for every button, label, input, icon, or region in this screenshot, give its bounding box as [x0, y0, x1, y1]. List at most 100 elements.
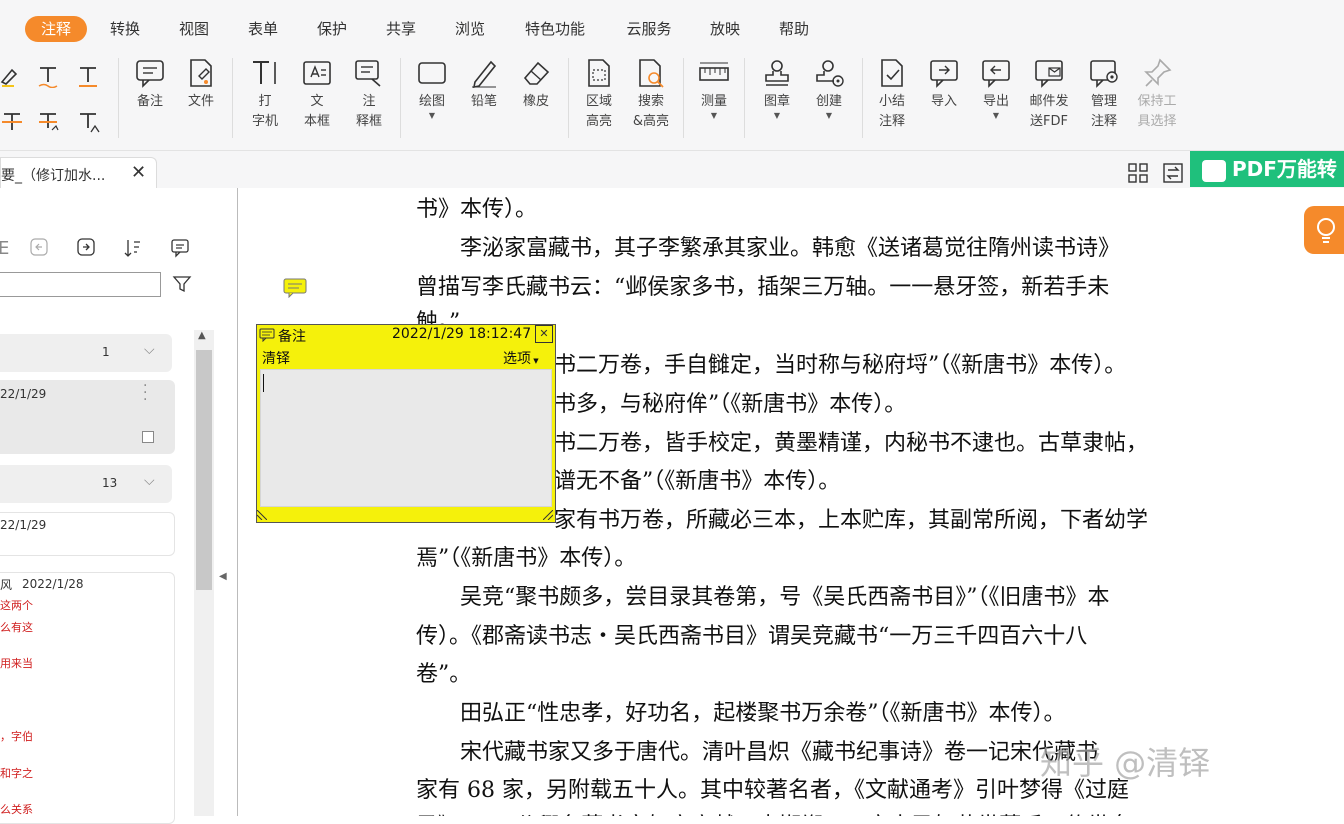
comment-search-input[interactable]: [0, 272, 161, 297]
insert-text-icon[interactable]: [76, 110, 100, 134]
filter-icon[interactable]: [172, 274, 192, 294]
chevron-down-icon[interactable]: ⌵: [144, 473, 155, 489]
area-highlight-button[interactable]: 区域 高亮: [569, 58, 629, 132]
close-icon[interactable]: ✕: [131, 162, 146, 183]
note-icon: [136, 60, 164, 88]
keep-tool-selected-button[interactable]: 保持工 具选择: [1127, 58, 1187, 132]
document-line: 书多，与秘府侔”（《新唐书》本传）。: [554, 392, 907, 417]
sort-icon[interactable]: [124, 238, 144, 258]
grid-view-icon[interactable]: [1128, 163, 1148, 183]
import-button[interactable]: 导入: [914, 58, 974, 112]
draw-button[interactable]: 绘图 ▼: [402, 58, 462, 120]
summary-icon: [881, 59, 903, 87]
file-attach-button[interactable]: 文件: [171, 58, 231, 112]
eraser-button[interactable]: 橡皮: [506, 58, 566, 112]
comment-text-line: 么有这: [0, 621, 33, 634]
keep-tool-label-1: 保持工: [1137, 94, 1177, 109]
panel-scroll-thumb[interactable]: [196, 350, 212, 590]
panel-tool-icon[interactable]: E: [0, 238, 9, 259]
menu-browse[interactable]: 浏览: [455, 16, 485, 42]
mail-fdf-label-2: 送FDF: [1030, 114, 1068, 129]
next-comment-icon[interactable]: [77, 238, 95, 256]
search-highlight-label-2: &高亮: [632, 114, 670, 129]
summary-button[interactable]: 小结 注释: [862, 58, 922, 132]
stamp-dropdown-icon[interactable]: ▼: [747, 112, 807, 120]
close-icon[interactable]: ✕: [535, 325, 553, 343]
stamp-button[interactable]: 图章 ▼: [747, 58, 807, 120]
menu-cloud[interactable]: 云服务: [626, 16, 671, 42]
sticky-note-popup[interactable]: 备注 2022/1/29 18:12:47 ✕ 清铎 选项 ▼: [256, 324, 556, 523]
resize-handle-icon[interactable]: [543, 510, 553, 520]
lightbulb-icon: [1317, 218, 1335, 243]
comment-card[interactable]: 22/1/29: [0, 512, 175, 556]
menu-form[interactable]: 表单: [248, 16, 278, 42]
pencil-label: 铅笔: [470, 94, 497, 109]
underline-text-icon[interactable]: [36, 64, 60, 88]
comment-checkbox[interactable]: [142, 431, 154, 443]
highlight-text-icon[interactable]: [0, 64, 24, 88]
textbox-button[interactable]: 文 本框: [287, 58, 347, 132]
menu-convert[interactable]: 转换: [110, 16, 140, 42]
note-text-area[interactable]: [260, 369, 552, 507]
switch-view-icon[interactable]: [1163, 163, 1183, 183]
watermark: 知乎 @清铎: [1040, 744, 1211, 782]
comment-list-icon[interactable]: [170, 238, 190, 258]
comment-card[interactable]: 22/1/29 · · ·: [0, 379, 175, 454]
import-label: 导入: [930, 94, 957, 109]
menu-protect[interactable]: 保护: [317, 16, 347, 42]
converter-logo-icon: [1202, 159, 1226, 182]
menu-slideshow[interactable]: 放映: [710, 16, 740, 42]
mail-fdf-button[interactable]: 邮件发 送FDF: [1019, 58, 1079, 132]
menu-annotate[interactable]: 注释: [24, 16, 88, 42]
measure-button[interactable]: 测量 ▼: [684, 58, 744, 120]
collapse-arrow-icon[interactable]: ◀: [219, 571, 227, 582]
search-highlight-icon: [639, 59, 664, 88]
comment-group-header[interactable]: 13 ⌵: [0, 465, 172, 503]
menu-help[interactable]: 帮助: [779, 16, 809, 42]
area-highlight-label-1: 区域: [585, 94, 612, 109]
menu-view[interactable]: 视图: [179, 16, 209, 42]
menu-share[interactable]: 共享: [386, 16, 416, 42]
note-marker-icon[interactable]: [283, 278, 307, 298]
export-dropdown-icon[interactable]: ▼: [966, 112, 1026, 120]
keep-tool-label-2: 具选择: [1137, 114, 1177, 129]
pin-icon: [1144, 58, 1172, 87]
area-highlight-label-2: 高亮: [585, 114, 612, 129]
comment-text-line: 用来当: [0, 657, 33, 670]
draw-dropdown-icon[interactable]: ▼: [402, 112, 462, 120]
tips-button[interactable]: [1304, 206, 1344, 254]
callout-button[interactable]: 注 释框: [339, 58, 399, 132]
manage-comments-button[interactable]: 管理 注释: [1074, 58, 1134, 132]
pdf-converter-banner[interactable]: PDF万能转: [1190, 151, 1344, 187]
note-options-button[interactable]: 选项 ▼: [503, 348, 539, 368]
chevron-down-icon[interactable]: ⌵: [144, 342, 155, 358]
create-stamp-button[interactable]: 创建 ▼: [799, 58, 859, 120]
pencil-button[interactable]: 铅笔: [454, 58, 514, 112]
replace-text-icon[interactable]: [36, 110, 60, 134]
resize-handle-icon[interactable]: [257, 510, 267, 520]
import-icon: [930, 60, 958, 88]
typewriter-button[interactable]: 打 字机: [235, 58, 295, 132]
measure-dropdown-icon[interactable]: ▼: [684, 112, 744, 120]
scroll-up-icon[interactable]: ▲: [198, 330, 206, 341]
previous-comment-icon[interactable]: [30, 238, 48, 256]
strikeout-text-icon[interactable]: [0, 110, 24, 134]
mail-fdf-icon: [1035, 60, 1063, 88]
create-stamp-dropdown-icon[interactable]: ▼: [799, 112, 859, 120]
panel-collapse-gutter[interactable]: ◀: [215, 188, 238, 816]
comment-group-header[interactable]: 1 ⌵: [0, 334, 172, 372]
comment-text-line: 和字之: [0, 767, 33, 780]
squiggly-text-icon[interactable]: [76, 64, 100, 88]
document-tab[interactable]: 要_（修订加水... ✕: [0, 157, 157, 189]
document-line: 家有 68 家，另附载五十人。其中较著名者，《文献通考》引叶梦得《过庭: [416, 778, 1129, 803]
search-highlight-button[interactable]: 搜索 &高亮: [621, 58, 681, 132]
comment-card[interactable]: 风 2022/1/28 这两个 么有这 用来当 ，字伯 和字之 么关系: [0, 572, 175, 824]
callout-label-1: 注: [362, 94, 376, 109]
typewriter-label-1: 打: [258, 94, 272, 109]
area-highlight-icon: [588, 59, 610, 87]
export-button[interactable]: 导出 ▼: [966, 58, 1026, 120]
menu-features[interactable]: 特色功能: [525, 16, 585, 42]
ruler-icon: [699, 62, 729, 81]
comment-date: 22/1/29: [0, 387, 47, 401]
more-options-icon[interactable]: · · ·: [143, 379, 147, 407]
